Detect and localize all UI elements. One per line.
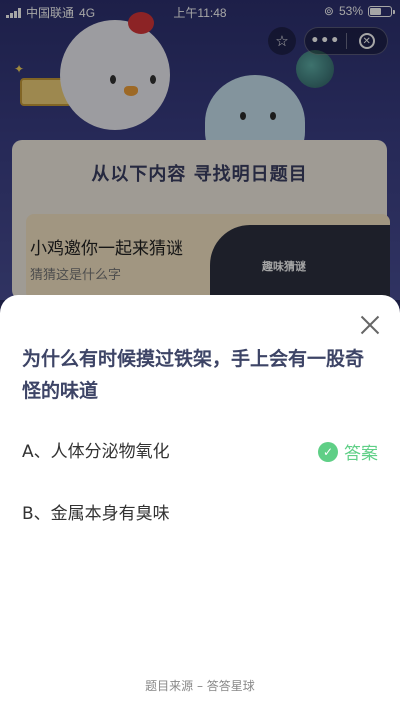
- answer-sheet: 为什么有时候摸过铁架，手上会有一股奇怪的味道 A、人体分泌物氧化 ✓ 答案 B、…: [0, 295, 400, 711]
- answer-label: 答案: [344, 444, 378, 464]
- question-text: 为什么有时候摸过铁架，手上会有一股奇怪的味道: [22, 348, 365, 402]
- close-icon[interactable]: [360, 315, 380, 335]
- option-b[interactable]: B、金属本身有臭味: [22, 499, 382, 529]
- source-credit: 题目来源 – 答答星球: [145, 679, 255, 693]
- answer-tag: ✓ 答案: [318, 439, 378, 464]
- check-icon: ✓: [318, 441, 338, 462]
